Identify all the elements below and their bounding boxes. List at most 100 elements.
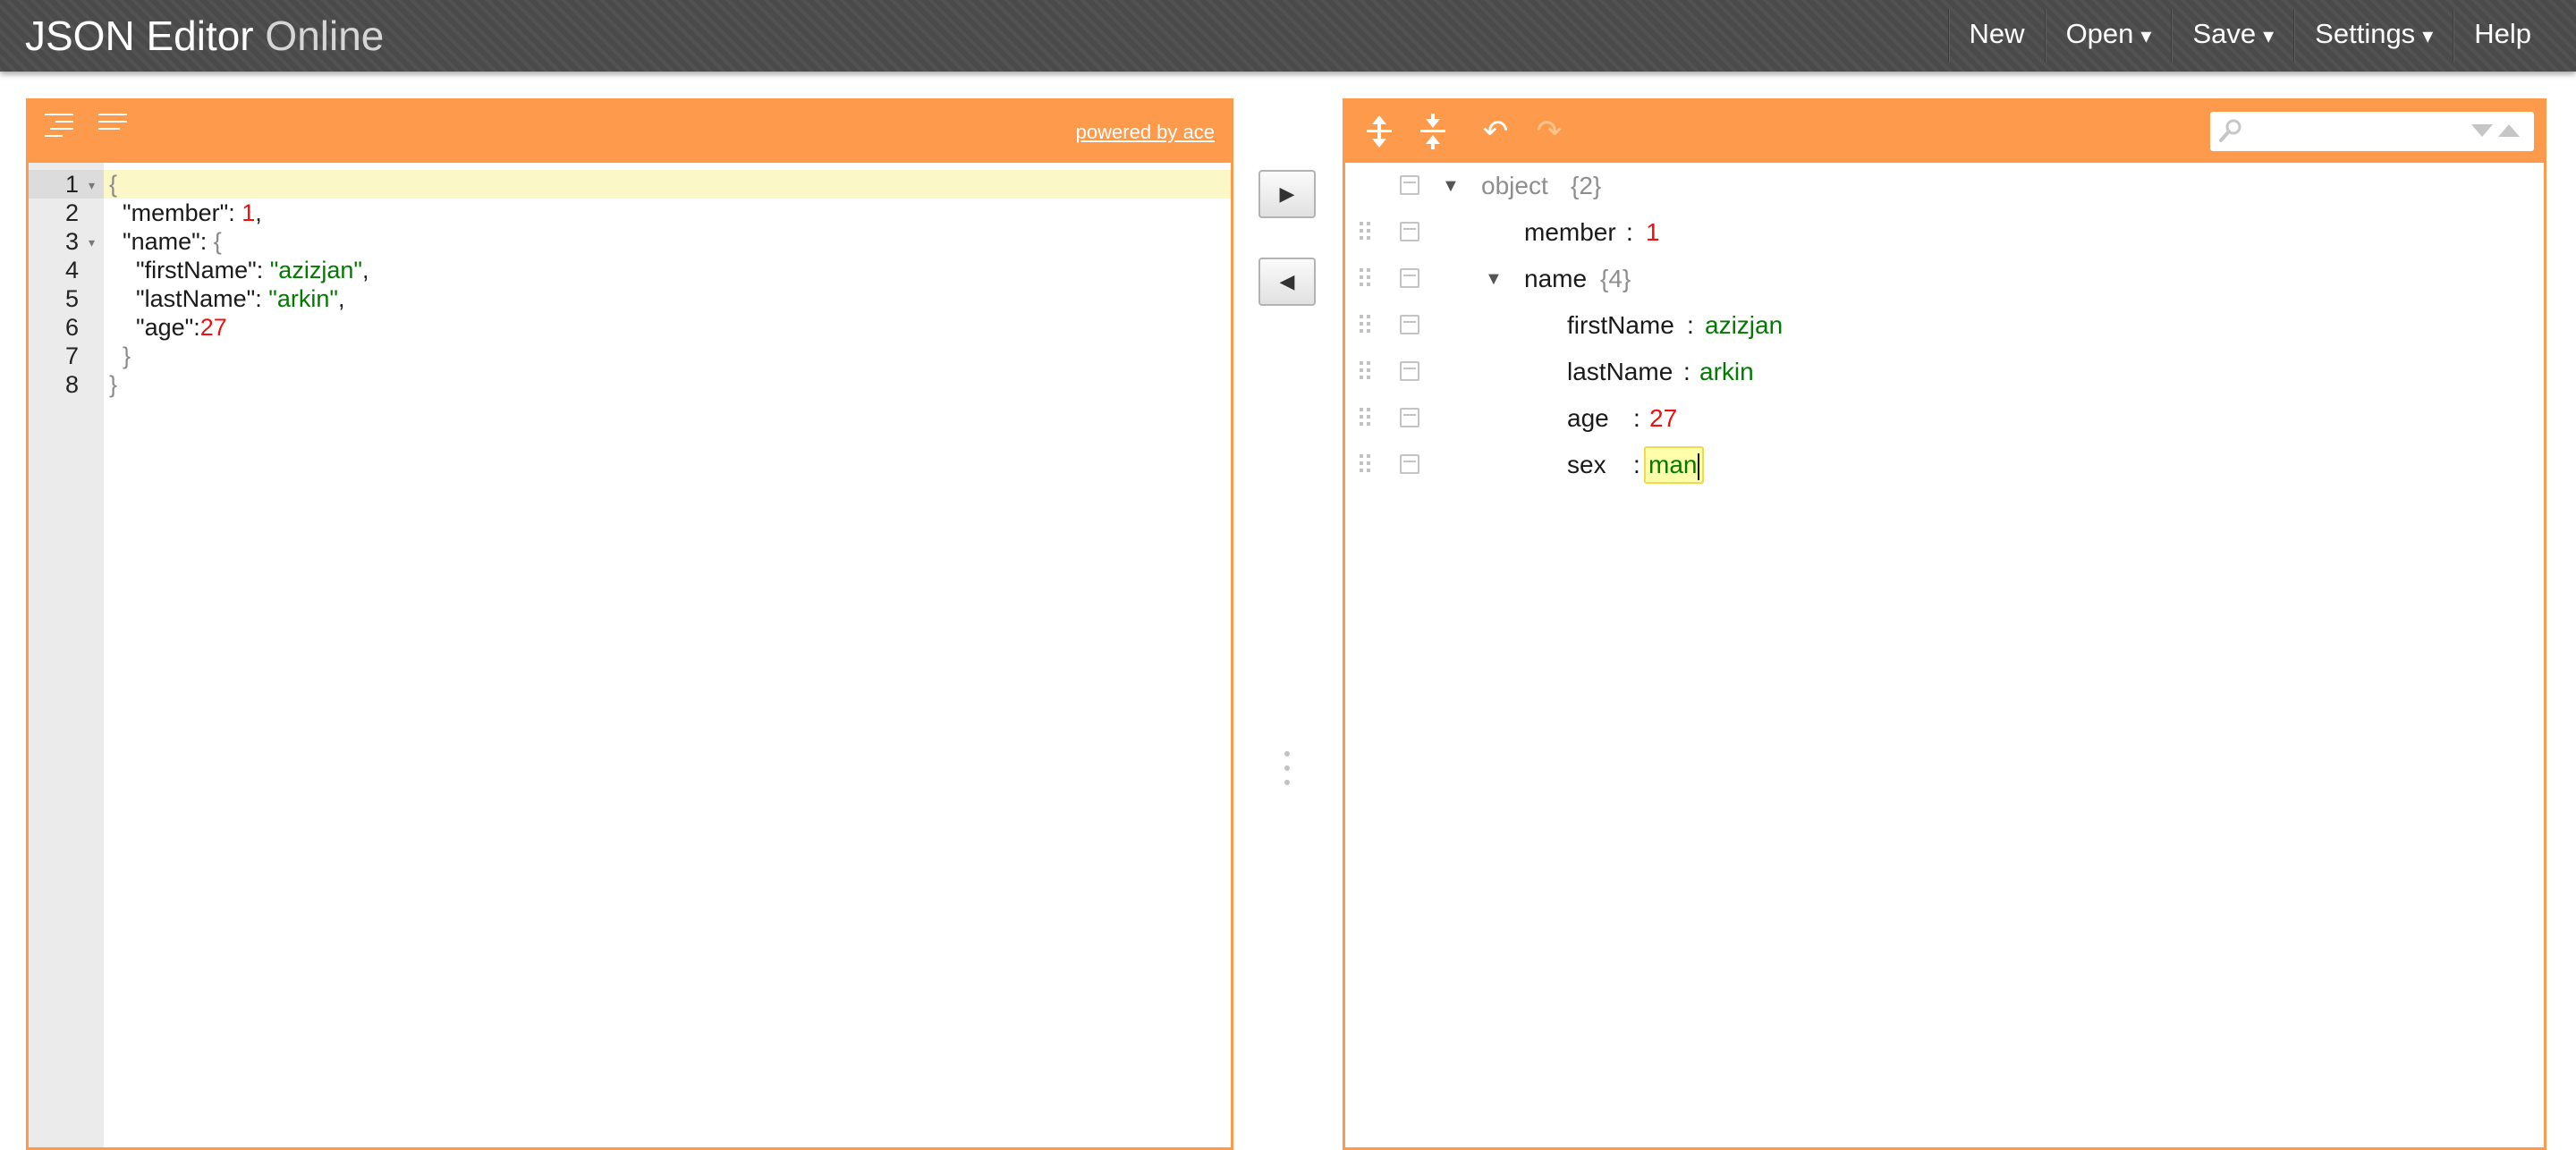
- context-menu-icon[interactable]: [1400, 315, 1419, 334]
- line-number: 4: [64, 257, 79, 283]
- code-line[interactable]: "name": {: [104, 227, 1231, 256]
- code-line-text: }: [109, 371, 118, 398]
- drag-handle-icon[interactable]: [1360, 268, 1372, 292]
- tree-item-count: {2}: [1571, 172, 1602, 199]
- chevron-down-icon: ▾: [2422, 24, 2434, 48]
- tree-value[interactable]: azizjan: [1705, 302, 1783, 349]
- line-number: 3 ▾: [64, 228, 95, 257]
- open-button-label: Open: [2065, 18, 2134, 49]
- save-button[interactable]: Save ▾: [2173, 0, 2293, 72]
- tree-field-name[interactable]: firstName: [1567, 302, 1674, 349]
- tree-separator: :: [1633, 451, 1640, 478]
- context-menu-icon[interactable]: [1400, 361, 1419, 381]
- tree-field-name[interactable]: object: [1481, 163, 1548, 209]
- code-line[interactable]: {: [104, 170, 1231, 199]
- context-menu-icon[interactable]: [1400, 454, 1419, 474]
- tree-value[interactable]: 1: [1646, 209, 1660, 256]
- tree-field-name[interactable]: sex: [1567, 442, 1606, 488]
- copy-to-tree-button[interactable]: ▶: [1258, 170, 1316, 218]
- arrow-right-icon: ▶: [1279, 182, 1295, 205]
- tree-separator: :: [1626, 218, 1633, 246]
- save-button-label: Save: [2192, 18, 2257, 49]
- help-button-label: Help: [2474, 18, 2531, 49]
- new-button[interactable]: New: [1950, 0, 2045, 72]
- settings-button[interactable]: Settings ▾: [2295, 0, 2453, 72]
- drag-handle-icon[interactable]: [1360, 361, 1372, 385]
- line-number: 8: [64, 371, 79, 398]
- context-menu-icon[interactable]: [1400, 408, 1419, 427]
- tree-separator: :: [1687, 311, 1694, 339]
- tree-value[interactable]: 27: [1649, 395, 1677, 442]
- code-line-text: {: [109, 171, 118, 198]
- tree-field-name[interactable]: member: [1524, 209, 1616, 256]
- tree-editor-toolbar: ↶ ↷: [1345, 101, 2544, 163]
- context-menu-icon[interactable]: [1400, 268, 1419, 288]
- code-line[interactable]: "member": 1,: [104, 199, 1231, 227]
- code-line-text: "age":27: [136, 314, 227, 341]
- redo-icon[interactable]: ↷: [1530, 112, 1569, 151]
- tree-node: firstName : azizjan: [1345, 302, 2544, 349]
- app-title: JSON Editor: [25, 13, 254, 59]
- tree-node: age : 27: [1345, 395, 2544, 442]
- fold-toggle-icon[interactable]: ▾: [89, 228, 95, 257]
- search-previous-icon[interactable]: [2498, 124, 2520, 137]
- app-title-suffix: Online: [265, 13, 385, 59]
- tree-item-count: {4}: [1600, 265, 1631, 292]
- help-button[interactable]: Help: [2454, 0, 2551, 72]
- code-text-area[interactable]: { "member": 1, "name": { "firstName": "a…: [104, 163, 1231, 1147]
- tree-node: member : 1: [1345, 209, 2544, 256]
- tree-field-name[interactable]: name: [1524, 256, 1587, 302]
- line-number: 1 ▾: [29, 170, 104, 199]
- context-menu-icon[interactable]: [1400, 222, 1419, 241]
- main-menu: New Open ▾ Save ▾ Settings ▾ Help: [1947, 0, 2551, 72]
- tree-node: lastName : arkin: [1345, 349, 2544, 395]
- tree-view: ▼ object {2} member : 1 ▼ name {4} first…: [1345, 163, 2544, 1147]
- code-editor-panel: powered by ace 1 ▾ 2 3 ▾ 4 5 6 7 8 { "member": 1,…: [26, 98, 1233, 1150]
- code-line-text: "member": 1,: [123, 199, 262, 226]
- drag-handle-icon[interactable]: [1360, 454, 1372, 478]
- expand-all-icon[interactable]: [1360, 112, 1399, 151]
- undo-icon[interactable]: ↶: [1476, 112, 1515, 151]
- compact-icon[interactable]: [98, 114, 134, 149]
- expand-toggle-icon[interactable]: ▼: [1442, 163, 1463, 209]
- drag-handle-icon[interactable]: [1360, 222, 1372, 245]
- new-button-label: New: [1969, 18, 2025, 49]
- arrow-left-icon: ◀: [1279, 270, 1295, 292]
- search-icon: [2217, 117, 2244, 144]
- tree-field-name[interactable]: age: [1567, 395, 1609, 442]
- code-line[interactable]: "lastName": "arkin",: [104, 284, 1231, 313]
- tree-value[interactable]: arkin: [1699, 349, 1754, 395]
- tree-node: sex : man: [1345, 442, 2544, 488]
- code-line[interactable]: }: [104, 370, 1231, 399]
- drag-handle-icon[interactable]: [1360, 315, 1372, 338]
- code-line[interactable]: "age":27: [104, 313, 1231, 342]
- chevron-down-icon: ▾: [2140, 24, 2152, 48]
- search-next-icon[interactable]: [2471, 124, 2493, 137]
- line-number: 6: [64, 314, 79, 341]
- tree-value-editing[interactable]: man: [1644, 446, 1705, 484]
- line-number-gutter: 1 ▾ 2 3 ▾ 4 5 6 7 8: [29, 163, 104, 1147]
- app-header: JSON Editor Online New Open ▾ Save ▾ Setti…: [0, 0, 2576, 72]
- fold-toggle-icon[interactable]: ▾: [89, 171, 95, 199]
- splitter-handle[interactable]: [1284, 751, 1291, 796]
- code-line[interactable]: }: [104, 342, 1231, 370]
- tree-node: ▼ name {4}: [1345, 256, 2544, 302]
- open-button[interactable]: Open ▾: [2046, 0, 2172, 72]
- collapse-all-icon[interactable]: [1413, 112, 1453, 151]
- format-icon[interactable]: [45, 114, 80, 149]
- code-line-text: }: [123, 342, 131, 369]
- code-line[interactable]: "firstName": "azizjan",: [104, 256, 1231, 284]
- context-menu-icon[interactable]: [1400, 175, 1419, 195]
- powered-by-ace-link[interactable]: powered by ace: [1076, 121, 1215, 144]
- chevron-down-icon: ▾: [2263, 24, 2275, 48]
- tree-field-name[interactable]: lastName: [1567, 349, 1673, 395]
- tree-separator: :: [1683, 358, 1690, 385]
- expand-toggle-icon[interactable]: ▼: [1485, 256, 1506, 302]
- search-input[interactable]: [2250, 115, 2446, 148]
- app-logo[interactable]: JSON Editor Online: [25, 9, 384, 63]
- tree-node-root: ▼ object {2}: [1345, 163, 2544, 209]
- drag-handle-icon[interactable]: [1360, 408, 1372, 431]
- line-number: 5: [64, 285, 79, 312]
- copy-to-code-button[interactable]: ◀: [1258, 258, 1316, 306]
- code-editor-toolbar: powered by ace: [29, 101, 1231, 163]
